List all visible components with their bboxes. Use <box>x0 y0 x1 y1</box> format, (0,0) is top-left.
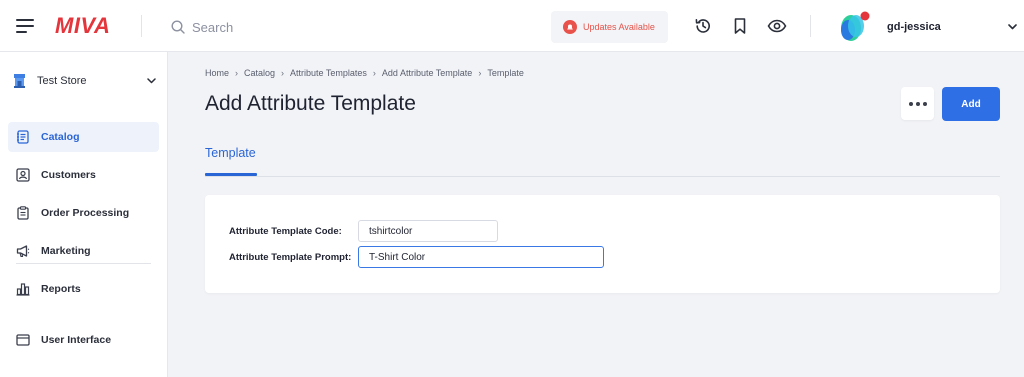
active-tab-indicator <box>205 173 257 176</box>
sidebar-item-label: Catalog <box>41 131 80 143</box>
chevron-right-icon: › <box>478 68 482 78</box>
updates-label: Updates Available <box>583 22 655 32</box>
breadcrumb-link-add-attribute-template[interactable]: Add Attribute Template <box>382 68 472 78</box>
attribute-template-code-input[interactable] <box>358 220 498 242</box>
chevron-down-icon[interactable] <box>1008 23 1017 31</box>
clipboard-icon <box>17 206 29 220</box>
dot <box>915 101 920 106</box>
avatar[interactable] <box>836 11 870 43</box>
history-icon[interactable] <box>694 17 712 35</box>
breadcrumb-link-catalog[interactable]: Catalog <box>244 68 275 78</box>
search-input[interactable] <box>192 16 492 38</box>
sidebar-item-label: Customers <box>41 169 96 181</box>
sidebar-item-catalog[interactable]: Catalog <box>8 122 159 152</box>
page-title: Add Attribute Template <box>205 92 416 115</box>
store-selector[interactable]: Test Store <box>14 71 156 91</box>
sidebar-divider <box>16 263 151 264</box>
username[interactable]: gd-jessica <box>887 21 941 33</box>
attribute-template-code-label: Attribute Template Code: <box>229 226 342 237</box>
top-bar: MIVA Updates Available gd-jessica <box>0 0 1024 52</box>
chevron-right-icon: › <box>235 68 239 78</box>
attribute-template-prompt-input[interactable] <box>358 246 604 268</box>
menu-icon[interactable] <box>16 19 34 33</box>
sidebar-item-label: Marketing <box>41 245 91 257</box>
sidebar-item-marketing[interactable]: Marketing <box>8 236 159 266</box>
alert-icon <box>563 20 577 34</box>
sidebar-item-reports[interactable]: Reports <box>8 274 159 304</box>
add-button[interactable]: Add <box>942 87 1000 121</box>
sidebar-item-order-processing[interactable]: Order Processing <box>8 198 159 228</box>
bookmark-icon[interactable] <box>731 17 749 35</box>
attribute-template-prompt-label: Attribute Template Prompt: <box>229 252 352 263</box>
sidebar-item-label: Order Processing <box>41 207 130 219</box>
tab-divider <box>205 176 1000 177</box>
window-icon <box>16 334 30 346</box>
sidebar-item-label: Reports <box>41 283 81 295</box>
more-options-button[interactable] <box>901 87 934 120</box>
store-icon <box>14 74 25 88</box>
divider <box>810 15 811 37</box>
chevron-down-icon <box>147 78 156 84</box>
search-icon <box>171 20 185 34</box>
breadcrumb: Home › Catalog › Attribute Templates › A… <box>205 68 524 78</box>
megaphone-icon <box>16 245 30 258</box>
dot <box>908 101 913 106</box>
catalog-icon <box>17 130 29 144</box>
form-card: Attribute Template Code: Attribute Templ… <box>205 195 1000 293</box>
store-name: Test Store <box>37 75 87 87</box>
bar-chart-icon <box>16 283 30 296</box>
miva-logo[interactable]: MIVA <box>55 13 110 39</box>
customers-icon <box>16 168 30 182</box>
sidebar-item-label: User Interface <box>41 334 112 346</box>
chevron-right-icon: › <box>372 68 376 78</box>
breadcrumb-current: Template <box>487 68 524 78</box>
breadcrumb-link-home[interactable]: Home <box>205 68 229 78</box>
sidebar-item-customers[interactable]: Customers <box>8 160 159 190</box>
breadcrumb-link-attribute-templates[interactable]: Attribute Templates <box>290 68 367 78</box>
dot <box>922 101 927 106</box>
divider <box>141 15 142 37</box>
tab-template[interactable]: Template <box>205 146 256 160</box>
updates-available-button[interactable]: Updates Available <box>551 11 668 43</box>
eye-icon[interactable] <box>767 17 787 35</box>
chevron-right-icon: › <box>281 68 285 78</box>
sidebar-item-user-interface[interactable]: User Interface <box>8 325 159 355</box>
